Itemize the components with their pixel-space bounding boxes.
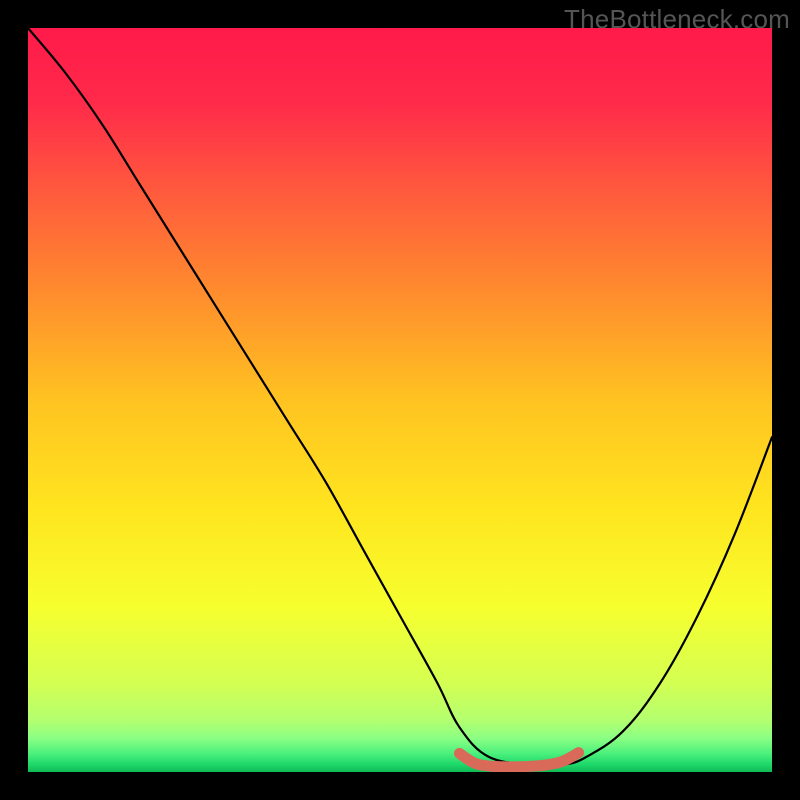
chart-svg [28, 28, 772, 772]
chart-background [28, 28, 772, 772]
watermark-text: TheBottleneck.com [564, 4, 790, 35]
plot-frame [28, 28, 772, 772]
